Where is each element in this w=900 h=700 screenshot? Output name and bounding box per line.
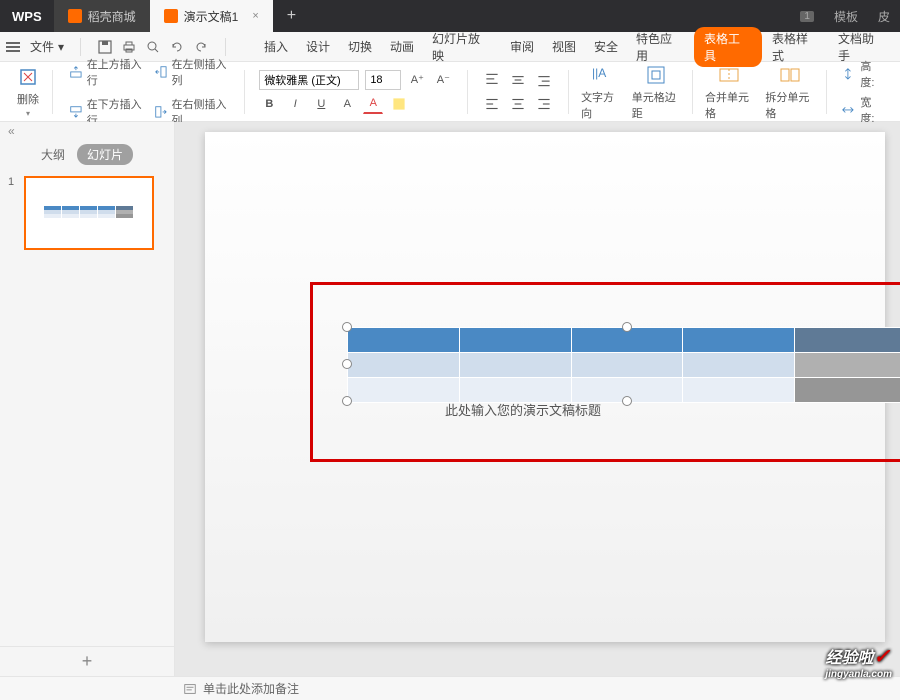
- merge-icon: [717, 63, 741, 87]
- align-left-icon[interactable]: [482, 94, 502, 114]
- svg-text:||A: ||A: [592, 66, 606, 80]
- tab-store-label: 稻壳商城: [88, 8, 136, 25]
- align-group: [474, 70, 562, 114]
- slide[interactable]: 此处输入您的演示文稿标题: [205, 132, 885, 642]
- merge-cells-button[interactable]: 合并单元格: [699, 61, 759, 123]
- font-name-input[interactable]: [259, 70, 359, 90]
- resize-handle[interactable]: [342, 396, 352, 406]
- align-middle-icon[interactable]: [508, 70, 528, 90]
- menu-slideshow[interactable]: 幻灯片放映: [424, 27, 500, 67]
- cell-margin-button[interactable]: 单元格边距: [626, 61, 686, 123]
- font-color-button[interactable]: A: [363, 94, 383, 114]
- panel-collapse[interactable]: «: [0, 122, 174, 140]
- insert-col-left-button[interactable]: 在左侧插入列: [152, 54, 231, 90]
- menu-review[interactable]: 审阅: [502, 35, 542, 58]
- increase-font-icon[interactable]: A⁺: [407, 70, 427, 90]
- text-direction-button[interactable]: ||A 文字方向: [575, 61, 626, 123]
- presentation-icon: [164, 9, 178, 23]
- quick-access-toolbar: [89, 39, 217, 55]
- delete-button[interactable]: 删除 ▾: [10, 63, 46, 120]
- insert-above-icon: [69, 64, 83, 80]
- resize-handle[interactable]: [622, 322, 632, 332]
- underline-button[interactable]: U: [311, 94, 331, 114]
- insert-row-above-button[interactable]: 在上方插入行: [67, 54, 146, 90]
- notification-badge[interactable]: 1: [790, 11, 824, 22]
- menu-transition[interactable]: 切换: [340, 35, 380, 58]
- shadow-button[interactable]: A: [337, 94, 357, 114]
- resize-handle[interactable]: [622, 396, 632, 406]
- align-top-icon[interactable]: [482, 70, 502, 90]
- skin-button[interactable]: 皮: [868, 8, 900, 25]
- resize-handle[interactable]: [342, 322, 352, 332]
- undo-icon[interactable]: [169, 39, 185, 55]
- slide-thumbnail[interactable]: 1: [8, 176, 166, 250]
- insert-left-icon: [154, 64, 168, 80]
- size-group: 高度: 宽度:: [833, 58, 890, 126]
- menu-security[interactable]: 安全: [586, 35, 626, 58]
- italic-button[interactable]: I: [285, 94, 305, 114]
- resize-handle[interactable]: [342, 359, 352, 369]
- slides-tab[interactable]: 幻灯片: [77, 144, 133, 165]
- split-icon: [778, 63, 802, 87]
- decrease-font-icon[interactable]: A⁻: [433, 70, 453, 90]
- align-bottom-icon[interactable]: [534, 70, 554, 90]
- view-tabs: 大纲 幻灯片: [0, 140, 174, 168]
- bold-button[interactable]: B: [259, 94, 279, 114]
- close-icon[interactable]: ×: [252, 10, 258, 22]
- text-direction-icon: ||A: [588, 63, 612, 87]
- insert-right-icon: [154, 104, 168, 120]
- cell-margin-icon: [644, 63, 668, 87]
- menu-design[interactable]: 设计: [298, 35, 338, 58]
- thumbnail-list: 1: [0, 168, 174, 646]
- notes-icon[interactable]: [183, 682, 197, 696]
- wps-logo: WPS: [0, 9, 54, 24]
- table-object[interactable]: [347, 327, 900, 401]
- font-group: A⁺ A⁻ B I U A A: [251, 70, 461, 114]
- table-row: [348, 353, 900, 378]
- split-cells-button[interactable]: 拆分单元格: [759, 61, 819, 123]
- width-icon: [841, 102, 855, 118]
- statusbar: 单击此处添加备注: [0, 676, 900, 700]
- delete-icon: [16, 65, 40, 89]
- canvas[interactable]: 此处输入您的演示文稿标题: [175, 122, 900, 676]
- slide-panel: « 大纲 幻灯片 1 +: [0, 122, 175, 676]
- align-center-icon[interactable]: [508, 94, 528, 114]
- menu-insert[interactable]: 插入: [256, 35, 296, 58]
- tab-document[interactable]: 演示文稿1 ×: [150, 0, 273, 32]
- insert-rowcol-group: 在上方插入行 在左侧插入列 在下方插入行 在右侧插入列: [59, 54, 239, 130]
- add-tab-button[interactable]: +: [273, 7, 310, 25]
- fire-icon: [68, 9, 82, 23]
- workspace: « 大纲 幻灯片 1 +: [0, 122, 900, 676]
- align-right-icon[interactable]: [534, 94, 554, 114]
- notes-placeholder[interactable]: 单击此处添加备注: [203, 680, 299, 697]
- add-slide-button[interactable]: +: [0, 646, 174, 676]
- tab-store[interactable]: 稻壳商城: [54, 0, 150, 32]
- thumbnail-preview: [24, 176, 154, 250]
- ribbon: 删除 ▾ 在上方插入行 在左侧插入列 在下方插入行 在右侧插入列: [0, 62, 900, 122]
- tab-document-label: 演示文稿1: [184, 8, 239, 25]
- redo-icon[interactable]: [193, 39, 209, 55]
- menu-view[interactable]: 视图: [544, 35, 584, 58]
- height-icon: [841, 66, 855, 82]
- slide-number: 1: [8, 176, 18, 250]
- preview-icon[interactable]: [145, 39, 161, 55]
- wps-logo-text: WPS: [12, 9, 42, 24]
- table[interactable]: [347, 327, 900, 403]
- template-button[interactable]: 模板: [824, 8, 868, 25]
- highlight-button[interactable]: [389, 94, 409, 114]
- insert-below-icon: [69, 104, 83, 120]
- menu-animation[interactable]: 动画: [382, 35, 422, 58]
- chevron-down-icon: ▾: [26, 109, 30, 118]
- outline-tab[interactable]: 大纲: [41, 146, 65, 163]
- hamburger-icon[interactable]: [6, 42, 20, 52]
- chevron-down-icon: ▾: [58, 40, 64, 54]
- font-size-input[interactable]: [365, 70, 401, 90]
- print-icon[interactable]: [121, 39, 137, 55]
- save-icon[interactable]: [97, 39, 113, 55]
